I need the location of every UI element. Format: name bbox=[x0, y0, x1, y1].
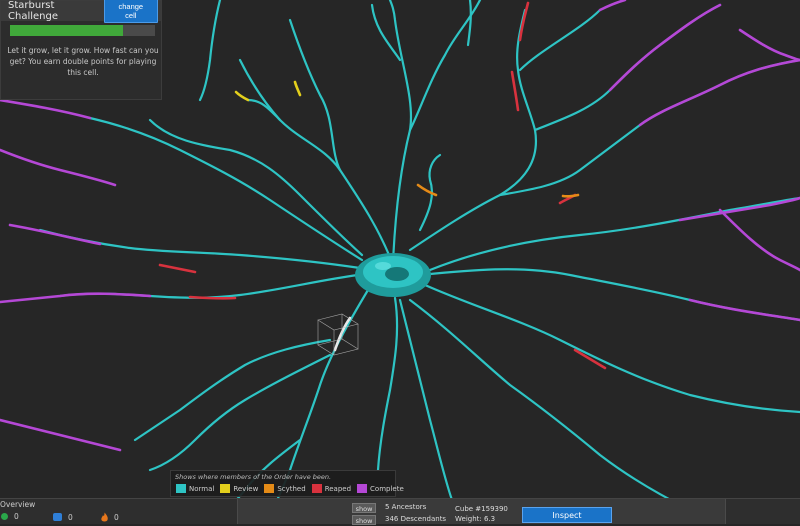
neuron-branch bbox=[88, 116, 364, 262]
neuron-branch bbox=[510, 70, 520, 112]
legend-item-scythed: Scythed bbox=[264, 484, 306, 493]
overview-stat-flame: 0 bbox=[100, 512, 119, 523]
selection-cube-wireframe[interactable] bbox=[317, 313, 359, 356]
challenge-header: Starburst Challenge change cell bbox=[1, 0, 161, 23]
blue-cube-icon bbox=[53, 513, 62, 521]
neuron-branch bbox=[608, 3, 722, 92]
overview-stat-green: 0 bbox=[0, 512, 19, 521]
show-ancestors-button[interactable]: show bbox=[352, 503, 376, 513]
cell-body bbox=[355, 253, 431, 297]
legend-swatch-complete bbox=[357, 484, 368, 493]
legend-swatch-scythed bbox=[264, 484, 275, 493]
cube-weight: Weight: 6.3 bbox=[455, 515, 496, 523]
descendants-count: 346 Descendants bbox=[385, 515, 447, 523]
neuron-branch bbox=[376, 296, 399, 472]
neuron-branch bbox=[0, 98, 92, 120]
neuron-branch bbox=[238, 58, 395, 267]
legend-caption: Shows where members of the Order have be… bbox=[175, 473, 332, 481]
neuron-branch bbox=[0, 418, 122, 452]
neuron-branch bbox=[0, 292, 152, 304]
challenge-title: Starburst Challenge bbox=[8, 0, 58, 22]
neuron-branch bbox=[561, 193, 580, 198]
neuron-branch bbox=[533, 3, 722, 132]
change-cell-button[interactable]: change cell bbox=[103, 0, 158, 23]
neuron-branch bbox=[518, 8, 602, 72]
legend-swatch-review bbox=[220, 484, 231, 493]
inspect-button[interactable]: Inspect bbox=[522, 507, 612, 523]
neuron-branch bbox=[738, 28, 800, 62]
legend-swatch-normal bbox=[176, 484, 186, 493]
neuron-branch bbox=[678, 196, 800, 222]
neuron-branch bbox=[388, 0, 413, 264]
overview-stat-blue: 0 bbox=[52, 512, 73, 522]
legend-item-complete: Complete bbox=[357, 484, 404, 493]
neuron-branch bbox=[398, 298, 454, 502]
neuron-branch bbox=[718, 208, 800, 272]
challenge-panel: Starburst Challenge change cell Let it g… bbox=[0, 0, 162, 100]
neuron-branch bbox=[418, 268, 800, 322]
neuron-branch bbox=[408, 298, 692, 512]
cube-info-panel: show show 5 Ancestors 346 Descendants Cu… bbox=[237, 499, 726, 525]
neuron-branch bbox=[598, 0, 627, 12]
neuron-branch bbox=[293, 80, 302, 97]
ancestors-count: 5 Ancestors bbox=[385, 503, 427, 511]
neuron-branch bbox=[8, 223, 102, 246]
neuron-branch bbox=[423, 283, 800, 414]
challenge-description: Let it grow, let it grow. How fast can y… bbox=[7, 46, 159, 77]
neuron-branch bbox=[188, 295, 237, 300]
neuron-branch bbox=[333, 316, 352, 352]
neuron-branch bbox=[198, 0, 222, 102]
overview-title: Overview bbox=[0, 500, 36, 509]
neuron-branch bbox=[638, 58, 800, 127]
neuron-branch bbox=[498, 58, 800, 197]
neuron-branch bbox=[408, 8, 538, 252]
progress-fill bbox=[10, 25, 124, 36]
neuron-branch bbox=[38, 228, 362, 270]
neuron-branch bbox=[148, 118, 364, 257]
neuron-branch bbox=[416, 183, 438, 197]
neuron-branch bbox=[688, 298, 800, 322]
neuron-branch bbox=[246, 98, 282, 122]
legend-item-review: Review bbox=[220, 484, 258, 493]
bottom-bar: Overview 0 0 0 show show 5 Ancestors 346… bbox=[0, 498, 800, 525]
neuron-branch bbox=[133, 338, 332, 442]
neuron-branch bbox=[234, 90, 250, 102]
flame-icon bbox=[101, 512, 108, 522]
neuron-branch bbox=[158, 263, 197, 274]
neuron-branch bbox=[466, 0, 472, 47]
challenge-progress-bar bbox=[10, 25, 155, 36]
legend-item-normal: Normal bbox=[176, 484, 214, 493]
legend-item-reaped: Reaped bbox=[311, 484, 351, 493]
legend-panel: Shows where members of the Order have be… bbox=[170, 470, 404, 497]
neuron-branch bbox=[0, 148, 117, 187]
green-dot-icon bbox=[1, 513, 8, 520]
legend-swatch-reaped bbox=[311, 484, 322, 493]
cube-id: Cube #159390 bbox=[455, 505, 508, 513]
